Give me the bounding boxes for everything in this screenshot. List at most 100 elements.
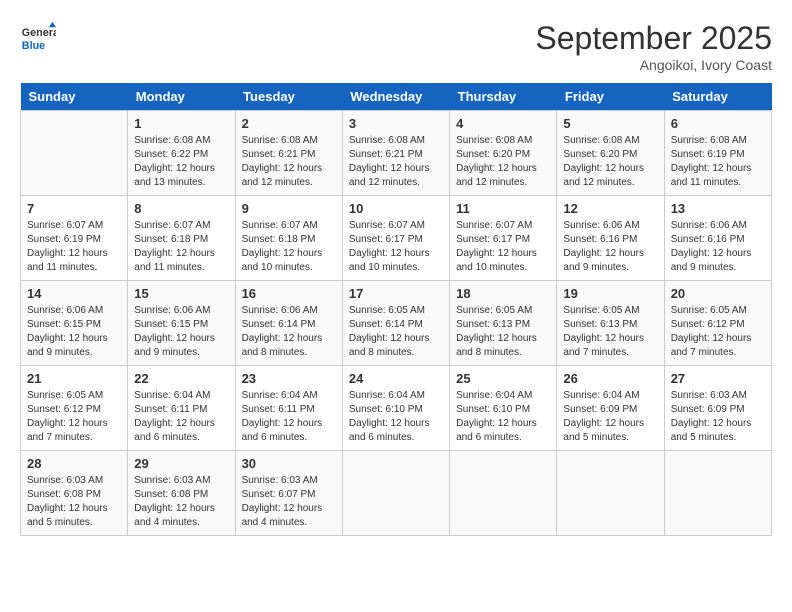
- day-number: 30: [242, 456, 336, 471]
- day-number: 15: [134, 286, 228, 301]
- day-info: Sunrise: 6:08 AM Sunset: 6:21 PM Dayligh…: [349, 134, 443, 190]
- calendar-week-4: 21Sunrise: 6:05 AM Sunset: 6:12 PM Dayli…: [21, 366, 772, 451]
- calendar-cell: [450, 451, 557, 536]
- day-info: Sunrise: 6:07 AM Sunset: 6:17 PM Dayligh…: [456, 219, 550, 275]
- day-number: 14: [27, 286, 121, 301]
- calendar-cell: 29 Sunrise: 6:03 AM Sunset: 6:08 PM Dayli…: [128, 451, 235, 536]
- day-number: 22: [134, 371, 228, 386]
- day-number: 2: [242, 116, 336, 131]
- calendar-cell: 25Sunrise: 6:04 AM Sunset: 6:10 PM Dayli…: [450, 366, 557, 451]
- day-number: 10: [349, 201, 443, 216]
- day-info: Sunrise: 6:08 AM Sunset: 6:20 PM Dayligh…: [456, 134, 550, 190]
- day-info: Sunrise: 6:07 AM Sunset: 6:18 PM Dayligh…: [134, 219, 228, 275]
- svg-text:Blue: Blue: [22, 40, 45, 52]
- calendar-cell: 6 Sunrise: 6:08 AM Sunset: 6:19 PM Daylig…: [664, 111, 771, 196]
- calendar-cell: 18Sunrise: 6:05 AM Sunset: 6:13 PM Dayli…: [450, 281, 557, 366]
- day-info: Sunrise: 6:06 AM Sunset: 6:16 PM Dayligh…: [671, 219, 765, 275]
- calendar-cell: 19 Sunrise: 6:05 AM Sunset: 6:13 PM Dayli…: [557, 281, 664, 366]
- day-number: 7: [27, 201, 121, 216]
- calendar-cell: [342, 451, 449, 536]
- day-info: Sunrise: 6:04 AM Sunset: 6:10 PM Dayligh…: [349, 389, 443, 445]
- title-section: September 2025 Angoikoi, Ivory Coast: [535, 20, 772, 73]
- day-number: 24: [349, 371, 443, 386]
- day-info: Sunrise: 6:05 AM Sunset: 6:12 PM Dayligh…: [27, 389, 121, 445]
- calendar-cell: 30 Sunrise: 6:03 AM Sunset: 6:07 PM Dayli…: [235, 451, 342, 536]
- day-number: 27: [671, 371, 765, 386]
- logo-icon: General Blue: [20, 20, 56, 56]
- month-title: September 2025: [535, 20, 772, 57]
- day-number: 28: [27, 456, 121, 471]
- calendar-cell: 17 Sunrise: 6:05 AM Sunset: 6:14 PM Dayli…: [342, 281, 449, 366]
- calendar-week-5: 28 Sunrise: 6:03 AM Sunset: 6:08 PM Dayli…: [21, 451, 772, 536]
- calendar-cell: 14Sunrise: 6:06 AM Sunset: 6:15 PM Dayli…: [21, 281, 128, 366]
- day-info: Sunrise: 6:08 AM Sunset: 6:19 PM Dayligh…: [671, 134, 765, 190]
- day-info: Sunrise: 6:08 AM Sunset: 6:21 PM Dayligh…: [242, 134, 336, 190]
- calendar-body: 1 Sunrise: 6:08 AM Sunset: 6:22 PM Daylig…: [21, 111, 772, 536]
- calendar-cell: 27 Sunrise: 6:03 AM Sunset: 6:09 PM Dayli…: [664, 366, 771, 451]
- day-number: 6: [671, 116, 765, 131]
- day-number: 5: [563, 116, 657, 131]
- calendar-cell: 1 Sunrise: 6:08 AM Sunset: 6:22 PM Daylig…: [128, 111, 235, 196]
- day-info: Sunrise: 6:03 AM Sunset: 6:07 PM Dayligh…: [242, 474, 336, 530]
- day-info: Sunrise: 6:03 AM Sunset: 6:09 PM Dayligh…: [671, 389, 765, 445]
- calendar-cell: 16 Sunrise: 6:06 AM Sunset: 6:14 PM Dayli…: [235, 281, 342, 366]
- weekday-header-monday: Monday: [128, 83, 235, 111]
- svg-text:General: General: [22, 27, 56, 39]
- calendar-cell: 5Sunrise: 6:08 AM Sunset: 6:20 PM Daylig…: [557, 111, 664, 196]
- weekday-header-saturday: Saturday: [664, 83, 771, 111]
- calendar-week-2: 7 Sunrise: 6:07 AM Sunset: 6:19 PM Daylig…: [21, 196, 772, 281]
- day-info: Sunrise: 6:03 AM Sunset: 6:08 PM Dayligh…: [134, 474, 228, 530]
- day-number: 8: [134, 201, 228, 216]
- calendar-cell: 20 Sunrise: 6:05 AM Sunset: 6:12 PM Dayli…: [664, 281, 771, 366]
- day-number: 29: [134, 456, 228, 471]
- day-number: 16: [242, 286, 336, 301]
- day-info: Sunrise: 6:04 AM Sunset: 6:11 PM Dayligh…: [134, 389, 228, 445]
- day-number: 26: [563, 371, 657, 386]
- weekday-header-friday: Friday: [557, 83, 664, 111]
- page-header: General Blue September 2025 Angoikoi, Iv…: [20, 20, 772, 73]
- day-info: Sunrise: 6:05 AM Sunset: 6:13 PM Dayligh…: [456, 304, 550, 360]
- calendar-cell: [557, 451, 664, 536]
- day-info: Sunrise: 6:05 AM Sunset: 6:14 PM Dayligh…: [349, 304, 443, 360]
- calendar-cell: 23Sunrise: 6:04 AM Sunset: 6:11 PM Dayli…: [235, 366, 342, 451]
- weekday-header-sunday: Sunday: [21, 83, 128, 111]
- calendar-cell: 24 Sunrise: 6:04 AM Sunset: 6:10 PM Dayli…: [342, 366, 449, 451]
- calendar-cell: 13 Sunrise: 6:06 AM Sunset: 6:16 PM Dayli…: [664, 196, 771, 281]
- calendar-cell: 9 Sunrise: 6:07 AM Sunset: 6:18 PM Daylig…: [235, 196, 342, 281]
- day-number: 3: [349, 116, 443, 131]
- day-info: Sunrise: 6:04 AM Sunset: 6:10 PM Dayligh…: [456, 389, 550, 445]
- day-info: Sunrise: 6:06 AM Sunset: 6:14 PM Dayligh…: [242, 304, 336, 360]
- day-number: 1: [134, 116, 228, 131]
- calendar-cell: 8 Sunrise: 6:07 AM Sunset: 6:18 PM Daylig…: [128, 196, 235, 281]
- day-info: Sunrise: 6:05 AM Sunset: 6:13 PM Dayligh…: [563, 304, 657, 360]
- calendar-cell: 10 Sunrise: 6:07 AM Sunset: 6:17 PM Dayli…: [342, 196, 449, 281]
- day-info: Sunrise: 6:07 AM Sunset: 6:19 PM Dayligh…: [27, 219, 121, 275]
- day-number: 20: [671, 286, 765, 301]
- calendar-cell: [664, 451, 771, 536]
- day-info: Sunrise: 6:06 AM Sunset: 6:15 PM Dayligh…: [134, 304, 228, 360]
- day-info: Sunrise: 6:08 AM Sunset: 6:22 PM Dayligh…: [134, 134, 228, 190]
- calendar-cell: 28 Sunrise: 6:03 AM Sunset: 6:08 PM Dayli…: [21, 451, 128, 536]
- calendar-cell: [21, 111, 128, 196]
- day-info: Sunrise: 6:04 AM Sunset: 6:11 PM Dayligh…: [242, 389, 336, 445]
- day-info: Sunrise: 6:07 AM Sunset: 6:18 PM Dayligh…: [242, 219, 336, 275]
- calendar-cell: 21Sunrise: 6:05 AM Sunset: 6:12 PM Dayli…: [21, 366, 128, 451]
- calendar-week-3: 14 Sunrise: 6:06 AM Sunset: 6:15 PM Dayli…: [21, 281, 772, 366]
- day-info: Sunrise: 6:05 AM Sunset: 6:12 PM Dayligh…: [671, 304, 765, 360]
- day-info: Sunrise: 6:07 AM Sunset: 6:17 PM Dayligh…: [349, 219, 443, 275]
- weekday-header-wednesday: Wednesday: [342, 83, 449, 111]
- day-number: 13: [671, 201, 765, 216]
- day-number: 19: [563, 286, 657, 301]
- calendar-cell: 22 Sunrise: 6:04 AM Sunset: 6:11 PM Dayli…: [128, 366, 235, 451]
- calendar-cell: 11Sunrise: 6:07 AM Sunset: 6:17 PM Dayli…: [450, 196, 557, 281]
- day-number: 17: [349, 286, 443, 301]
- calendar-table: SundayMondayTuesdayWednesdayThursdayFrid…: [20, 83, 772, 536]
- calendar-cell: 12Sunrise: 6:06 AM Sunset: 6:16 PM Dayli…: [557, 196, 664, 281]
- location-subtitle: Angoikoi, Ivory Coast: [535, 57, 772, 73]
- day-number: 9: [242, 201, 336, 216]
- calendar-cell: 26Sunrise: 6:04 AM Sunset: 6:09 PM Dayli…: [557, 366, 664, 451]
- day-info: Sunrise: 6:06 AM Sunset: 6:16 PM Dayligh…: [563, 219, 657, 275]
- day-info: Sunrise: 6:03 AM Sunset: 6:08 PM Dayligh…: [27, 474, 121, 530]
- logo: General Blue: [20, 20, 60, 56]
- calendar-cell: 15 Sunrise: 6:06 AM Sunset: 6:15 PM Dayli…: [128, 281, 235, 366]
